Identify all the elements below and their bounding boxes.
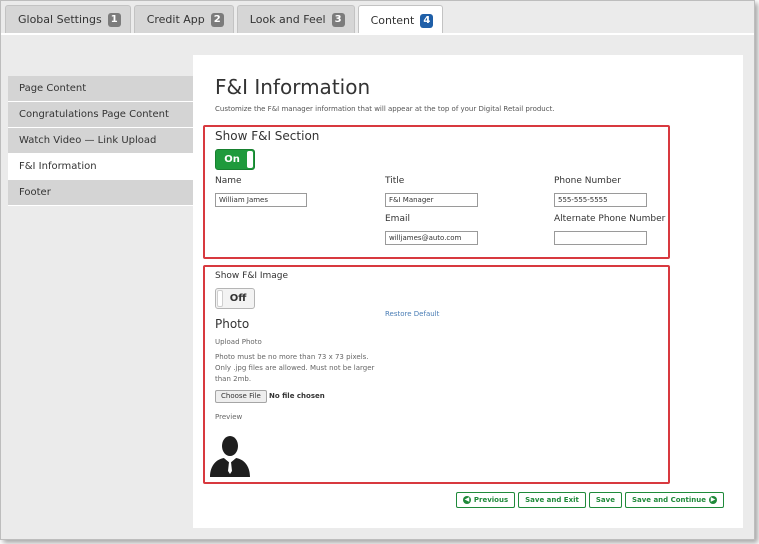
tab-step-badge: 4 (420, 13, 434, 28)
tab-label: Look and Feel (249, 13, 326, 26)
photo-help-text: Photo must be no more than 73 x 73 pixel… (215, 353, 375, 383)
previous-button[interactable]: ◀ Previous (455, 492, 516, 508)
save-button[interactable]: Save (588, 492, 622, 508)
email-field[interactable]: willjames@auto.com (385, 231, 478, 245)
alternate-phone-label: Alternate Phone Number (554, 214, 666, 224)
sidebar-item-page-content[interactable]: Page Content (8, 76, 193, 102)
tab-look-and-feel[interactable]: Look and Feel 3 (236, 5, 355, 33)
page-title: F&I Information (215, 75, 371, 99)
fi-section-settings: Show F&I Section On Name William James T… (203, 125, 670, 259)
form-actions: ◀ Previous Save and Exit Save Save and C… (455, 492, 724, 508)
button-label: Save and Continue (631, 496, 706, 504)
button-label: Save (595, 496, 615, 504)
tab-step-badge: 3 (331, 12, 345, 27)
sidebar: Page Content Congratulations Page Conten… (8, 76, 193, 206)
avatar-placeholder-icon (210, 436, 250, 477)
toggle-state-label: On (224, 154, 240, 165)
sidebar-item-label: Footer (19, 187, 51, 198)
sidebar-item-label: Watch Video — Link Upload (19, 135, 157, 146)
show-fi-image-toggle[interactable]: Off (215, 288, 255, 309)
sidebar-item-label: Congratulations Page Content (19, 109, 169, 120)
name-field[interactable]: William James (215, 193, 307, 207)
tab-label: Credit App (146, 13, 205, 26)
choose-file-button[interactable]: Choose File (215, 390, 267, 403)
tab-content[interactable]: Content 4 (357, 5, 444, 35)
phone-number-field[interactable]: 555-555-5555 (554, 193, 647, 207)
show-fi-section-label: Show F&I Section (215, 129, 320, 143)
button-label: Save and Exit (525, 496, 579, 504)
tab-step-badge: 2 (210, 12, 224, 27)
tab-step-badge: 1 (107, 12, 121, 27)
button-label: Previous (473, 496, 509, 504)
fi-image-settings: Show F&I Image Off Photo Restore Default… (203, 265, 670, 484)
tab-strip-divider (1, 33, 754, 35)
title-label: Title (385, 176, 405, 186)
tab-label: Content (370, 14, 415, 27)
app-window: Global Settings 1 Credit App 2 Look and … (0, 0, 755, 540)
photo-heading: Photo (215, 317, 250, 331)
preview-label: Preview (215, 413, 243, 421)
arrow-right-circle-icon: ▶ (709, 496, 717, 504)
phone-number-label: Phone Number (554, 176, 621, 186)
save-and-exit-button[interactable]: Save and Exit (518, 492, 586, 508)
main-panel: F&I Information Customize the F&I manage… (193, 55, 743, 528)
show-fi-image-label: Show F&I Image (215, 271, 289, 281)
name-label: Name (215, 176, 242, 186)
sidebar-item-fi-information[interactable]: F&I Information (8, 154, 193, 180)
sidebar-item-label: F&I Information (19, 161, 97, 172)
no-file-chosen-text: No file chosen (269, 392, 325, 400)
title-field[interactable]: F&I Manager (385, 193, 478, 207)
show-fi-section-toggle[interactable]: On (215, 149, 255, 170)
tab-bar: Global Settings 1 Credit App 2 Look and … (5, 5, 444, 35)
tab-label: Global Settings (18, 13, 102, 26)
arrow-left-circle-icon: ◀ (462, 496, 471, 504)
sidebar-item-label: Page Content (19, 83, 87, 94)
upload-photo-label: Upload Photo (215, 338, 262, 346)
save-and-continue-button[interactable]: Save and Continue ▶ (624, 492, 724, 508)
tab-credit-app[interactable]: Credit App 2 (133, 5, 234, 33)
tab-global-settings[interactable]: Global Settings 1 (5, 5, 131, 33)
page-description: Customize the F&I manager information th… (215, 105, 555, 113)
sidebar-item-footer[interactable]: Footer (8, 180, 193, 206)
restore-default-link[interactable]: Restore Default (385, 310, 439, 318)
email-label: Email (385, 214, 410, 224)
toggle-state-label: Off (229, 293, 247, 304)
alternate-phone-field[interactable] (554, 231, 647, 245)
sidebar-item-watch-video[interactable]: Watch Video — Link Upload (8, 128, 193, 154)
sidebar-item-congratulations-page-content[interactable]: Congratulations Page Content (8, 102, 193, 128)
